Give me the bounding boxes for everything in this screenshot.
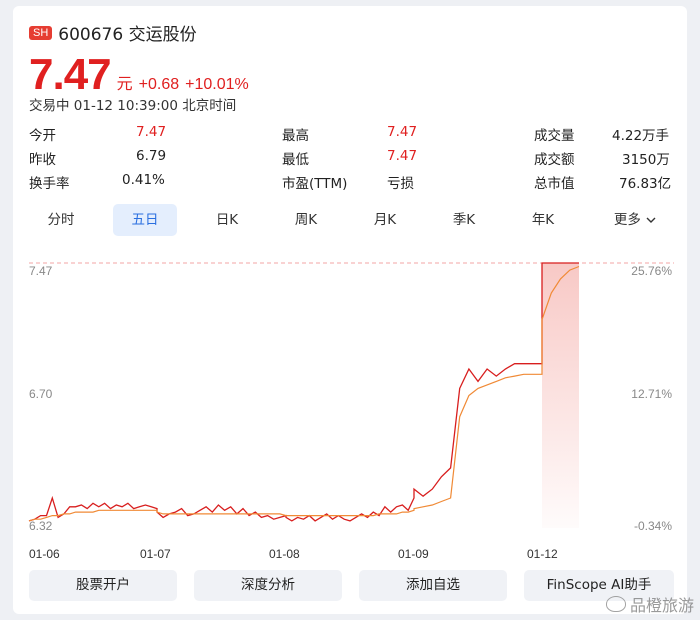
tab-weekly-k[interactable]: 周K — [274, 204, 338, 236]
price-change-pct: +10.01% — [185, 76, 249, 93]
x-label-0112: 01-12 — [527, 547, 558, 561]
tab-yearly-k[interactable]: 年K — [511, 204, 575, 236]
trading-status: 交易中 01-12 10:39:00 北京时间 — [29, 98, 237, 114]
quote-value: 0.41% — [122, 172, 165, 188]
x-label-0108: 01-08 — [269, 547, 300, 561]
quote-value: 6.79 — [136, 148, 167, 164]
action-buttons: 股票开户 深度分析 添加自选 FinScope AI助手 — [29, 570, 674, 602]
price-change: +0.68 — [138, 76, 180, 93]
quote-label: 昨收 — [29, 152, 56, 168]
price-line — [28, 262, 579, 522]
watermark-text: 品橙旅游 — [629, 596, 694, 615]
market-badge: SH — [29, 25, 53, 40]
quote-card: SH 600676 交运股份 7.47 元 +0.68 +10.01% 交易中 … — [13, 6, 687, 614]
quote-value: 7.47 — [387, 124, 418, 140]
y-label-left-bottom: 6.32 — [29, 519, 53, 533]
quote-grid: 今开 7.47 最高 7.47 成交量 4.22万手 昨收 6.79 最低 7.… — [29, 122, 674, 194]
quote-label: 市盈(TTM) — [282, 176, 348, 192]
stock-code-name: 600676 交运股份 — [58, 25, 197, 45]
tab-more-label: 更多 — [613, 212, 641, 228]
tab-intraday[interactable]: 分时 — [29, 204, 93, 236]
quote-value: 7.47 — [387, 148, 418, 164]
quote-value: 7.47 — [136, 124, 167, 140]
quote-label: 总市值 — [534, 176, 575, 192]
quote-label: 最高 — [282, 128, 309, 144]
x-label-0106: 01-06 — [29, 547, 60, 561]
average-price-line — [28, 265, 580, 522]
quote-value: 76.83亿 — [619, 176, 672, 192]
y-label-left-top: 7.47 — [29, 264, 53, 278]
weibo-logo-icon — [605, 596, 626, 612]
quote-label: 今开 — [29, 128, 56, 144]
tab-five-day[interactable]: 五日 — [113, 204, 177, 236]
price-unit: 元 — [116, 74, 133, 93]
open-account-button[interactable]: 股票开户 — [29, 570, 177, 601]
stock-header: SH 600676 交运股份 — [29, 20, 197, 45]
current-price: 7.47 — [29, 50, 112, 99]
y-label-right-top: 25.76% — [631, 264, 672, 278]
tab-more[interactable]: 更多 — [597, 204, 673, 236]
x-label-0109: 01-09 — [398, 547, 429, 561]
x-label-0107: 01-07 — [140, 547, 171, 561]
y-label-right-mid: 12.71% — [631, 387, 672, 401]
add-watchlist-button[interactable]: 添加自选 — [359, 570, 507, 601]
quote-label: 成交量 — [534, 128, 575, 144]
quote-value: 4.22万手 — [612, 128, 670, 144]
tab-daily-k[interactable]: 日K — [195, 204, 259, 236]
tab-quarterly-k[interactable]: 季K — [432, 204, 496, 236]
quote-value: 亏损 — [387, 176, 414, 192]
period-tabs: 分时 五日 日K 周K 月K 季K 年K 更多 — [29, 204, 674, 236]
five-day-chart: 7.47 6.70 6.32 25.76% 12.71% -0.34% 01-0… — [28, 262, 674, 561]
quote-row: 换手率 0.41% 市盈(TTM) 亏损 总市值 76.83亿 — [29, 170, 674, 194]
quote-row: 今开 7.47 最高 7.47 成交量 4.22万手 — [29, 122, 674, 146]
price-row: 7.47 元 +0.68 +10.01% — [29, 50, 249, 100]
quote-row: 昨收 6.79 最低 7.47 成交额 3150万 — [29, 146, 674, 170]
tab-monthly-k[interactable]: 月K — [353, 204, 417, 236]
quote-label: 成交额 — [534, 152, 575, 168]
y-label-left-mid: 6.70 — [29, 387, 53, 401]
chevron-down-icon — [646, 217, 656, 223]
quote-value: 3150万 — [622, 152, 670, 168]
quote-label: 最低 — [282, 152, 309, 168]
watermark: 品橙旅游 — [605, 592, 694, 616]
y-label-right-bottom: -0.34% — [634, 519, 672, 533]
quote-label: 换手率 — [29, 176, 70, 192]
deep-analysis-button[interactable]: 深度分析 — [194, 570, 342, 601]
